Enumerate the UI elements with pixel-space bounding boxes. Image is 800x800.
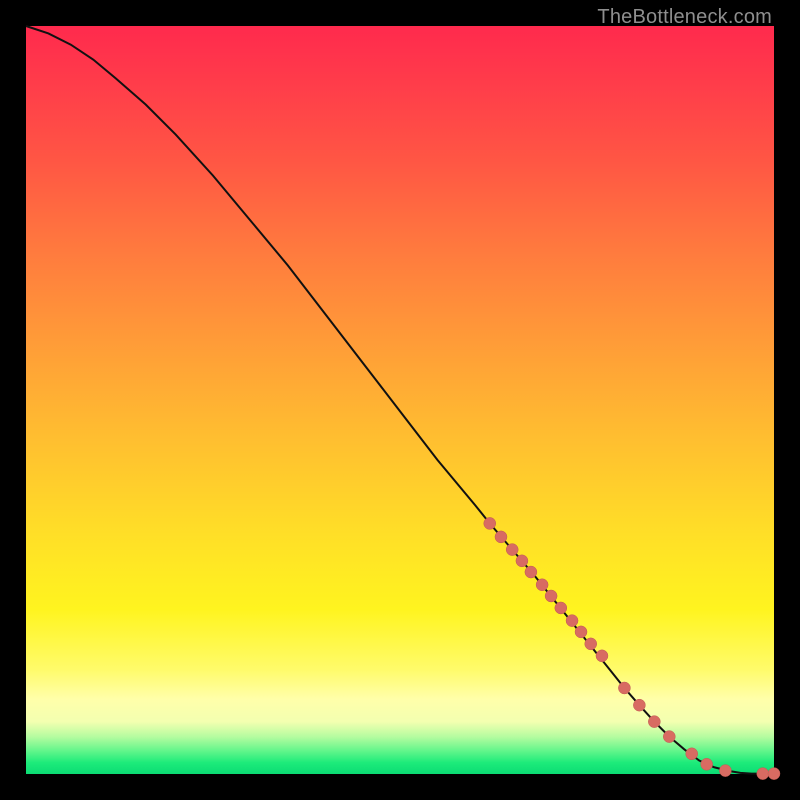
- chart-frame: TheBottleneck.com: [0, 0, 800, 800]
- data-point: [566, 615, 578, 627]
- data-point: [757, 768, 769, 780]
- chart-svg: [26, 26, 774, 774]
- data-point: [633, 699, 645, 711]
- data-point: [618, 682, 630, 694]
- data-point: [495, 531, 507, 543]
- data-point: [768, 768, 780, 780]
- data-point: [506, 544, 518, 556]
- data-point: [484, 517, 496, 529]
- data-point: [536, 579, 548, 591]
- data-point: [585, 638, 597, 650]
- data-point: [663, 731, 675, 743]
- data-point: [545, 590, 557, 602]
- data-point: [701, 758, 713, 770]
- data-point: [648, 716, 660, 728]
- data-point: [719, 765, 731, 777]
- data-point: [596, 650, 608, 662]
- data-point: [525, 566, 537, 578]
- data-point: [575, 626, 587, 638]
- data-point: [555, 602, 567, 614]
- scatter-markers: [484, 517, 780, 779]
- data-point: [686, 748, 698, 760]
- data-point: [516, 555, 528, 567]
- plot-area: [26, 26, 774, 774]
- curve-line: [26, 26, 774, 774]
